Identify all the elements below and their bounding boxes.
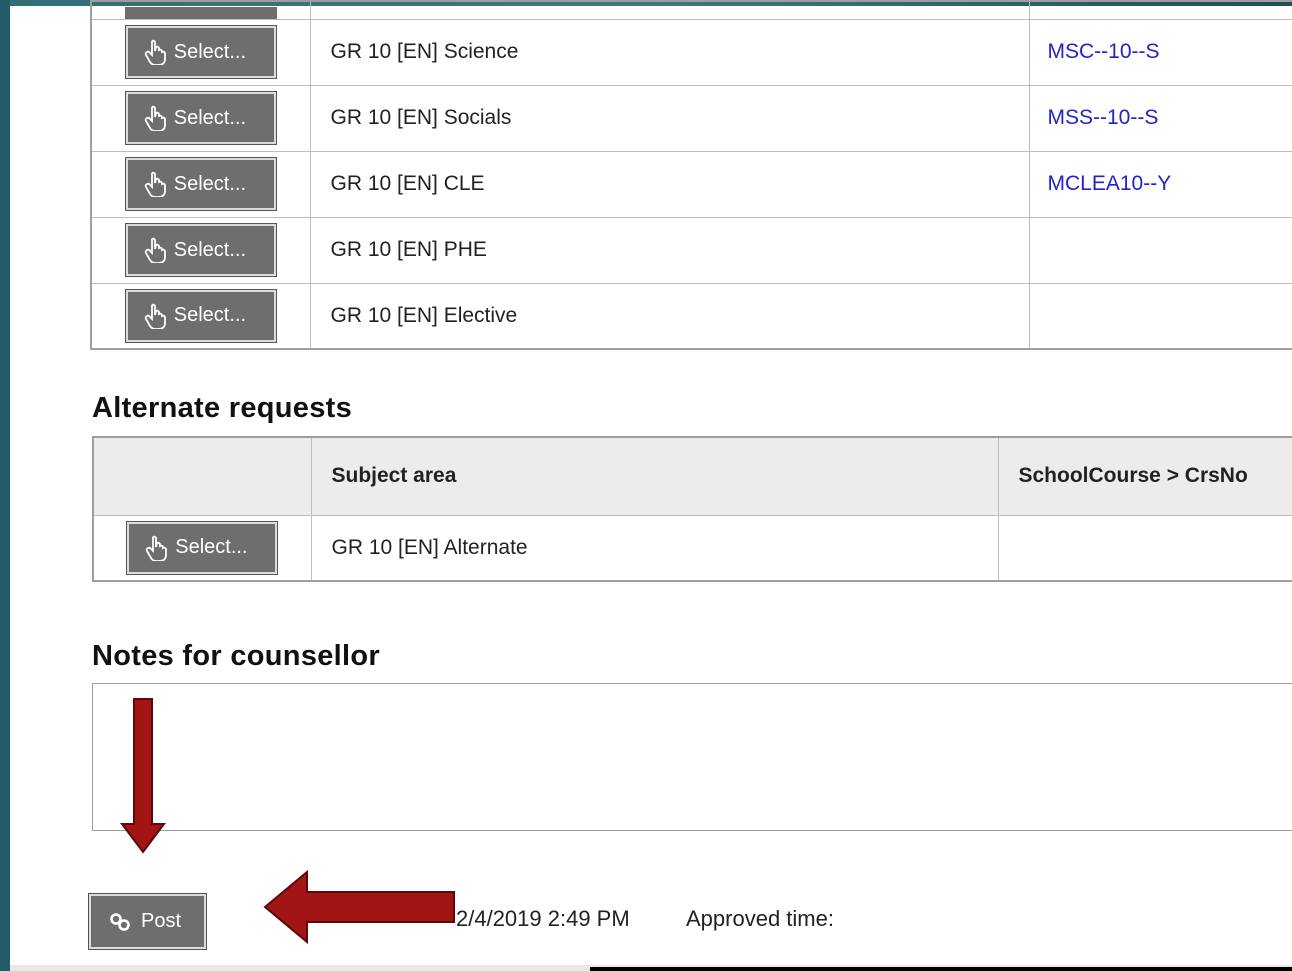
hand-pointer-icon <box>144 237 166 263</box>
select-button[interactable]: Select... <box>126 520 279 575</box>
post-button-label: Post <box>141 910 182 932</box>
select-button-label: Select... <box>173 304 247 327</box>
select-button-label: Select... <box>173 172 247 195</box>
table-row: Select... GR 10 [EN] Elective <box>90 282 1292 350</box>
column-header-subject: Subject area <box>310 436 999 516</box>
window-frame-left <box>0 0 10 971</box>
course-code-link[interactable] <box>1028 282 1292 350</box>
table-row: Select... GR 10 [EN] CLE MCLEA10--Y <box>90 150 1292 218</box>
notes-heading: Notes for counsellor <box>92 640 380 672</box>
select-button[interactable]: Select... <box>124 25 277 79</box>
course-code-link[interactable]: MSC--10--S <box>1028 18 1292 86</box>
hand-pointer-icon <box>144 171 166 197</box>
hand-pointer-icon <box>146 535 168 561</box>
table-row-clipped <box>90 0 1292 20</box>
notes-textarea[interactable] <box>92 683 1292 831</box>
column-header-crsno[interactable]: SchoolCourse > CrsNo <box>997 436 1292 516</box>
page-content: Select... GR 10 [EN] Science MSC--10--S … <box>10 0 1292 965</box>
subject-cell: GR 10 [EN] CLE <box>309 150 1030 218</box>
subject-cell: GR 10 [EN] PHE <box>309 216 1030 284</box>
table-row: Select... GR 10 [EN] PHE <box>90 216 1292 284</box>
post-button[interactable]: Post <box>88 893 207 950</box>
alternate-requests-table: Subject area SchoolCourse > CrsNo Select… <box>92 436 1292 582</box>
course-code-link[interactable]: MCLEA10--Y <box>1028 150 1292 218</box>
subject-cell: GR 10 [EN] Science <box>309 18 1030 86</box>
course-code-link[interactable] <box>1028 216 1292 284</box>
subject-cell: GR 10 [EN] Alternate <box>310 514 999 582</box>
subject-cell: GR 10 [EN] Socials <box>309 84 1030 152</box>
select-button[interactable]: Select... <box>124 223 277 277</box>
course-requests-table: Select... GR 10 [EN] Science MSC--10--S … <box>90 0 1292 350</box>
approved-time-label: Approved time: <box>686 906 834 931</box>
table-row: Select... GR 10 [EN] Alternate <box>92 514 1292 582</box>
table-row: Select... GR 10 [EN] Science MSC--10--S <box>90 18 1292 86</box>
select-button-label: Select... <box>173 106 247 129</box>
request-time-value: 2/4/2019 2:49 PM <box>456 906 630 931</box>
annotation-arrow-down-icon <box>120 698 166 854</box>
select-button-label: Select... <box>175 536 248 559</box>
alternate-requests-heading: Alternate requests <box>92 392 353 424</box>
course-code-link[interactable]: MSS--10--S <box>1028 84 1292 152</box>
table-header-row: Subject area SchoolCourse > CrsNo <box>92 436 1292 516</box>
post-link-icon <box>110 912 130 931</box>
hand-pointer-icon <box>144 303 166 329</box>
annotation-arrow-left-icon <box>263 869 455 945</box>
hand-pointer-icon <box>144 39 166 65</box>
column-header-action <box>92 436 312 516</box>
select-button-label: Select... <box>173 238 247 261</box>
window-bottom-bar <box>10 965 1292 971</box>
hand-pointer-icon <box>144 105 166 131</box>
select-button[interactable]: Select... <box>124 91 277 145</box>
select-button-label: Select... <box>173 40 247 63</box>
select-button[interactable]: Select... <box>124 288 277 343</box>
subject-cell: GR 10 [EN] Elective <box>309 282 1030 350</box>
table-row: Select... GR 10 [EN] Socials MSS--10--S <box>90 84 1292 152</box>
select-button[interactable]: Select... <box>124 157 277 211</box>
course-code-link[interactable] <box>997 514 1292 582</box>
